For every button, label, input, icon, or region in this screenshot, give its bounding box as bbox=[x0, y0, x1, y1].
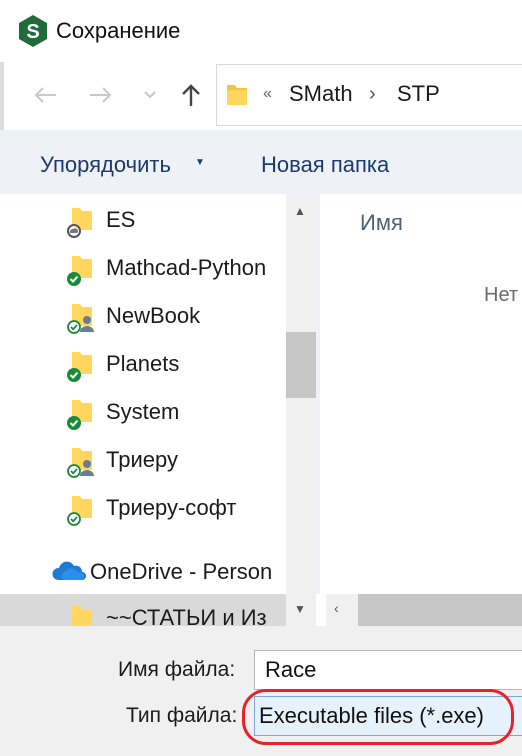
tree-label: NewBook bbox=[106, 303, 201, 328]
save-form bbox=[0, 626, 522, 756]
folder-shared-icon bbox=[67, 448, 94, 478]
tree-label: ES bbox=[106, 207, 136, 232]
scrollbar-thumb[interactable] bbox=[358, 594, 522, 626]
folder-icon bbox=[72, 606, 92, 626]
scroll-up-icon[interactable]: ▲ bbox=[294, 204, 306, 218]
smath-app-icon: S bbox=[19, 15, 47, 47]
breadcrumb-overflow[interactable]: « bbox=[263, 85, 272, 103]
tree-label: Mathcad-Python bbox=[106, 255, 267, 280]
tree-label: ~~СТАТЬИ и Из bbox=[106, 605, 267, 626]
column-header-name[interactable]: Имя bbox=[360, 210, 403, 236]
tree-label: Триеру-софт bbox=[106, 495, 237, 520]
svg-text:S: S bbox=[26, 21, 39, 43]
tree-label: OneDrive - Person bbox=[90, 559, 273, 584]
tree-item-trieru-soft[interactable]: Триеру-софт bbox=[0, 484, 286, 532]
window-title: Сохранение bbox=[56, 18, 181, 43]
onedrive-cloud-icon bbox=[52, 561, 86, 580]
title-bar: S Сохранение bbox=[0, 0, 522, 62]
filename-input[interactable] bbox=[254, 650, 522, 690]
back-arrow-icon bbox=[34, 87, 56, 103]
folder-synced-icon bbox=[67, 256, 92, 286]
pane-divider bbox=[316, 194, 320, 594]
tree-item-trieru[interactable]: Триеру bbox=[0, 436, 286, 484]
recent-locations-button[interactable] bbox=[136, 80, 164, 110]
filetype-selected-value: Executable files (*.exe) bbox=[259, 703, 484, 728]
nav-vertical-scrollbar[interactable]: ▲ ▼ bbox=[286, 194, 316, 626]
filetype-label: Тип файла: bbox=[126, 704, 238, 727]
tree-item-onedrive[interactable]: OneDrive - Person bbox=[0, 548, 286, 596]
scroll-down-icon[interactable]: ▼ bbox=[294, 602, 306, 616]
breadcrumb-stp[interactable]: STP bbox=[397, 81, 440, 107]
chevron-down-icon bbox=[144, 91, 156, 99]
breadcrumb-separator-icon: › bbox=[369, 83, 376, 105]
breadcrumb-smath[interactable]: SMath bbox=[289, 81, 353, 107]
up-arrow-icon bbox=[182, 84, 200, 106]
tree-item-mathcad-python[interactable]: Mathcad-Python bbox=[0, 244, 286, 292]
scroll-left-icon[interactable]: ‹ bbox=[334, 600, 339, 616]
filetype-select[interactable]: Executable files (*.exe) bbox=[254, 696, 522, 736]
command-bar: Упорядочить ▼ Новая папка bbox=[0, 130, 522, 194]
folder-icon bbox=[227, 85, 247, 105]
organize-button[interactable]: Упорядочить bbox=[40, 152, 171, 178]
dropdown-arrow-icon: ▼ bbox=[195, 157, 205, 168]
tree-item-system[interactable]: System bbox=[0, 388, 286, 436]
empty-folder-message: Нет bbox=[484, 284, 519, 306]
forward-arrow-icon bbox=[90, 87, 112, 103]
navigation-pane: ES Mathcad-Python NewBook Planets System… bbox=[0, 194, 286, 626]
address-bar[interactable]: « SMath › STP bbox=[216, 64, 522, 126]
tree-item-selected[interactable]: ~~СТАТЬИ и Из bbox=[0, 594, 286, 626]
tree-item-newbook[interactable]: NewBook bbox=[0, 292, 286, 340]
tree-label: Триеру bbox=[106, 447, 178, 472]
filename-label: Имя файла: bbox=[118, 658, 236, 681]
folder-available-icon bbox=[67, 496, 92, 526]
scrollbar-thumb[interactable] bbox=[286, 332, 316, 398]
folder-shared-icon bbox=[67, 304, 94, 334]
folder-cloud-icon bbox=[67, 208, 92, 238]
content-horizontal-scrollbar[interactable]: ‹ bbox=[326, 594, 522, 626]
folder-synced-icon bbox=[67, 400, 92, 430]
new-folder-button[interactable]: Новая папка bbox=[261, 152, 389, 178]
tree-label: System bbox=[106, 399, 180, 424]
up-button[interactable] bbox=[176, 80, 206, 110]
tree-item-planets[interactable]: Planets bbox=[0, 340, 286, 388]
folder-synced-icon bbox=[67, 352, 92, 382]
forward-button[interactable] bbox=[86, 80, 116, 110]
file-list-pane bbox=[316, 194, 522, 626]
back-button[interactable] bbox=[30, 80, 60, 110]
tree-item-es[interactable]: ES bbox=[0, 196, 286, 244]
tree-label: Planets bbox=[106, 351, 180, 376]
